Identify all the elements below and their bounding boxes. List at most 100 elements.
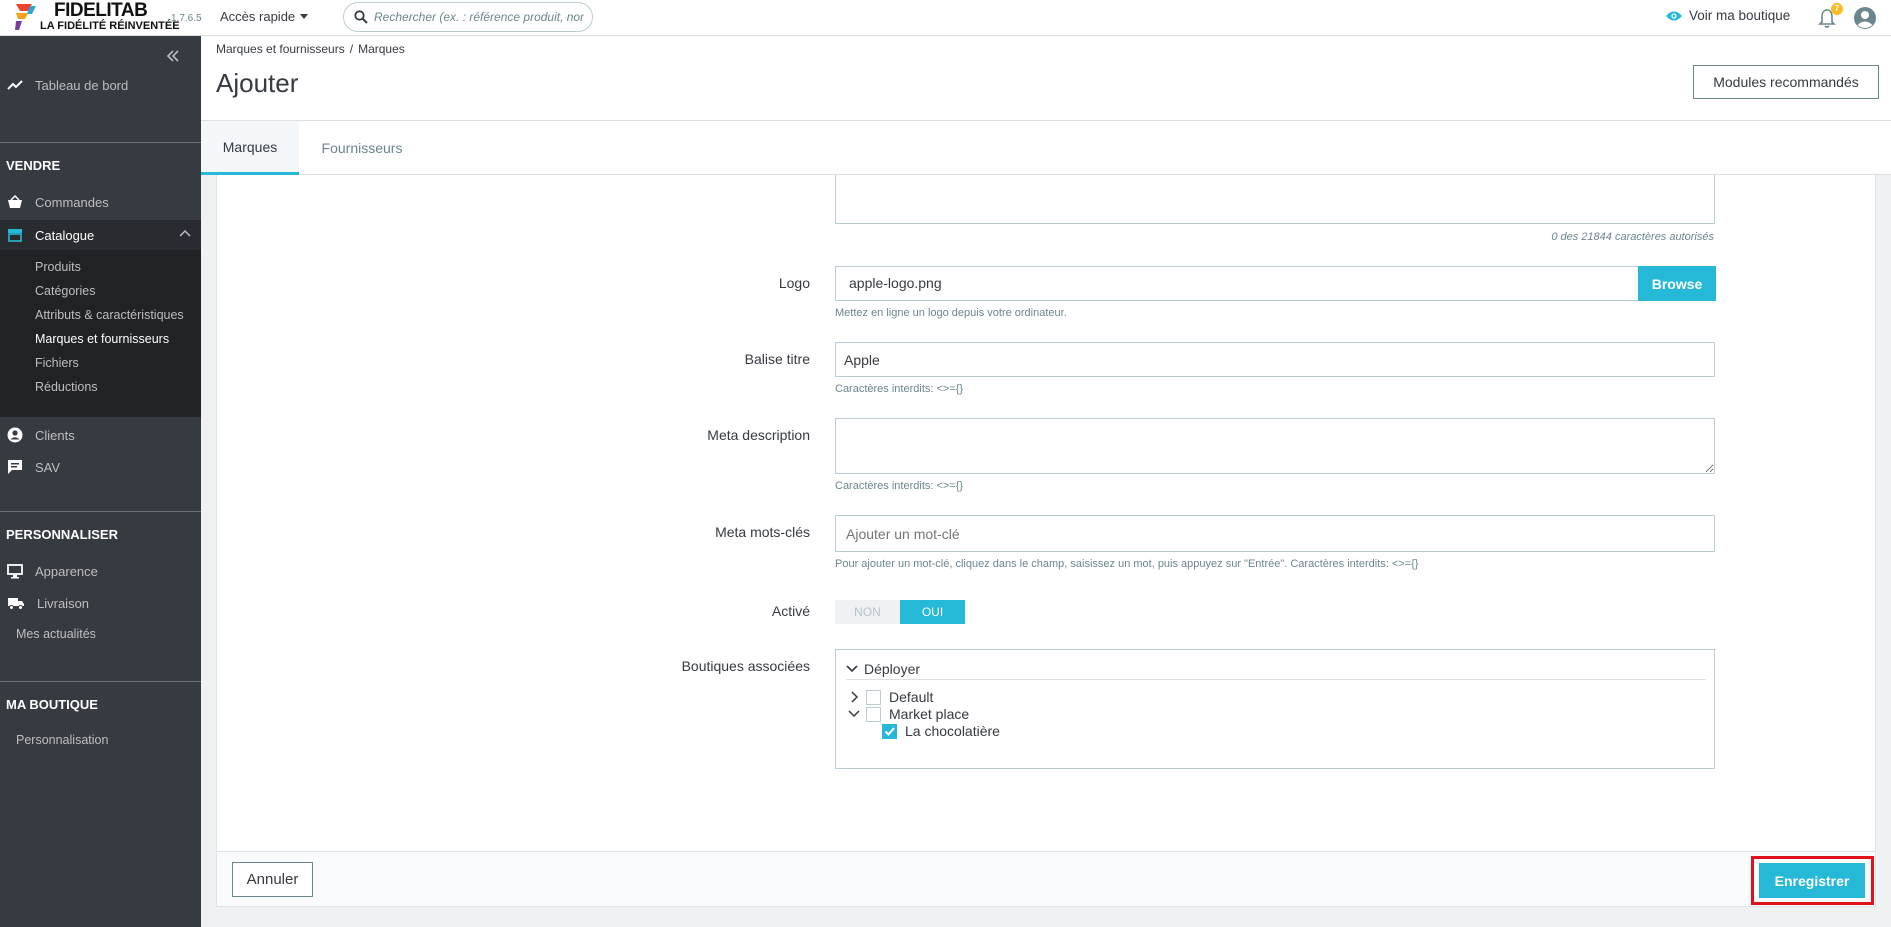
description-char-counter: 0 des 21844 caractères autorisés xyxy=(1551,231,1714,243)
version-label: 1.7.6.5 xyxy=(171,13,202,24)
brand-form-panel: 0 des 21844 caractères autorisés Logo ap… xyxy=(216,175,1876,907)
section-customize: PERSONNALISER xyxy=(6,527,118,542)
view-shop-label: Voir ma boutique xyxy=(1689,8,1791,23)
sidebar-item-label: Livraison xyxy=(37,595,90,611)
quick-access-label: Accès rapide xyxy=(220,9,296,24)
sidebar-item-label: Apparence xyxy=(35,563,98,579)
title-tag-help: Caractères interdits: <>={} xyxy=(835,383,964,395)
chevron-down-icon[interactable] xyxy=(848,710,860,718)
sidebar-item-dashboard[interactable]: Tableau de bord xyxy=(0,73,201,97)
meta-description-help: Caractères interdits: <>={} xyxy=(835,480,964,492)
logo-mark-icon xyxy=(15,4,36,30)
caret-down-icon xyxy=(300,14,309,19)
chat-icon xyxy=(8,460,22,474)
breadcrumb-link-brands-suppliers[interactable]: Marques et fournisseurs xyxy=(216,42,345,56)
quick-access-dropdown[interactable]: Accès rapide xyxy=(220,9,309,24)
meta-description-textarea[interactable] xyxy=(835,418,1715,474)
sidebar-divider xyxy=(0,142,201,143)
user-circle-icon xyxy=(7,427,23,443)
sidebar-subitem-discounts[interactable]: Réductions xyxy=(35,380,98,394)
meta-description-label: Meta description xyxy=(707,427,810,443)
form-footer: Annuler Enregistrer xyxy=(217,851,1875,906)
top-header: FIDELITAB LA FIDÉLITÉ RÉINVENTÉE 1.7.6.5… xyxy=(0,0,1891,36)
account-icon[interactable] xyxy=(1853,6,1877,30)
sidebar-divider xyxy=(0,681,201,682)
active-switch-off[interactable]: NON xyxy=(835,600,900,624)
sidebar-item-personalization[interactable]: Personnalisation xyxy=(16,733,108,747)
sidebar-subitem-products[interactable]: Produits xyxy=(35,260,81,274)
cancel-button[interactable]: Annuler xyxy=(232,862,313,897)
sidebar-item-label: Catalogue xyxy=(35,227,95,243)
section-my-shop: MA BOUTIQUE xyxy=(6,697,98,712)
collapse-sidebar-icon[interactable] xyxy=(165,48,181,64)
brand-tagline: LA FIDÉLITÉ RÉINVENTÉE xyxy=(40,20,180,32)
view-shop-link[interactable]: Voir ma boutique xyxy=(1665,8,1790,23)
associated-shops-label: Boutiques associées xyxy=(681,658,810,674)
active-switch-on[interactable]: OUI xyxy=(900,600,965,624)
sidebar-item-catalog[interactable]: Catalogue xyxy=(0,220,201,250)
sidebar-divider xyxy=(0,511,201,512)
chevron-down-icon xyxy=(846,664,858,672)
brand-logo[interactable]: FIDELITAB LA FIDÉLITÉ RÉINVENTÉE xyxy=(10,0,180,36)
browse-button[interactable]: Browse xyxy=(1638,266,1716,301)
store-icon xyxy=(8,229,22,242)
logo-file-input[interactable]: apple-logo.png xyxy=(835,266,1639,301)
sidebar-item-news[interactable]: Mes actualités xyxy=(16,627,96,641)
recommended-modules-button[interactable]: Modules recommandés xyxy=(1693,65,1879,99)
logo-label: Logo xyxy=(778,275,810,291)
tree-expand-label: Déployer xyxy=(864,660,921,677)
check-icon xyxy=(884,726,895,736)
meta-keywords-label: Meta mots-clés xyxy=(715,524,810,540)
tree-item-la-chocolatiere: La chocolatière xyxy=(882,723,1000,739)
catalog-submenu: Catalogue Produits Catégories Attributs … xyxy=(0,220,201,417)
checkbox-la-chocolatiere[interactable] xyxy=(882,723,897,739)
shop-tree: Déployer Default Market place La chocola… xyxy=(835,649,1715,769)
sidebar-item-label: SAV xyxy=(35,459,61,475)
active-switch[interactable]: NON OUI xyxy=(835,600,965,624)
checkbox-default[interactable] xyxy=(866,689,881,705)
tree-item-default: Default xyxy=(848,689,933,705)
sidebar-item-orders[interactable]: Commandes xyxy=(0,190,201,214)
search-box[interactable] xyxy=(343,2,593,32)
sidebar-item-label: Tableau de bord xyxy=(35,77,129,93)
search-input[interactable] xyxy=(374,10,584,24)
chevron-up-icon xyxy=(179,229,191,237)
sidebar-item-customers[interactable]: Clients xyxy=(0,423,201,447)
sidebar-subitem-files[interactable]: Fichiers xyxy=(35,356,79,370)
sidebar-item-shipping[interactable]: Livraison xyxy=(0,591,201,615)
truck-icon xyxy=(8,598,24,610)
breadcrumb-link-brands[interactable]: Marques xyxy=(358,42,405,56)
eye-icon xyxy=(1666,11,1682,20)
tab-brands[interactable]: Marques xyxy=(201,121,299,175)
tree-item-label: Default xyxy=(889,689,934,705)
trending-up-icon xyxy=(7,80,23,90)
monitor-icon xyxy=(7,563,23,578)
meta-keywords-help: Pour ajouter un mot-clé, cliquez dans le… xyxy=(835,558,1419,570)
section-sell: VENDRE xyxy=(6,158,61,173)
save-button[interactable]: Enregistrer xyxy=(1759,863,1865,898)
meta-keywords-input[interactable] xyxy=(835,515,1715,552)
breadcrumb: Marques et fournisseurs / Marques xyxy=(216,42,405,56)
tree-expand-toggle[interactable]: Déployer xyxy=(846,658,1706,680)
sidebar-subitem-categories[interactable]: Catégories xyxy=(35,284,95,298)
title-tag-input[interactable] xyxy=(835,342,1715,377)
chevron-right-icon[interactable] xyxy=(848,691,860,703)
sidebar-item-support[interactable]: SAV xyxy=(0,455,201,479)
checkbox-market-place[interactable] xyxy=(866,706,881,722)
logo-help: Mettez en ligne un logo depuis votre ord… xyxy=(835,307,1067,319)
sidebar-subitem-attributes[interactable]: Attributs & caractéristiques xyxy=(35,308,184,322)
page-title: Ajouter xyxy=(216,68,299,98)
sidebar: Tableau de bord VENDRE Commandes Catalog… xyxy=(0,36,201,927)
tree-item-label: La chocolatière xyxy=(905,723,1000,739)
tab-suppliers[interactable]: Fournisseurs xyxy=(299,121,425,175)
breadcrumb-separator: / xyxy=(349,42,354,56)
page-header: Marques et fournisseurs / Marques Ajoute… xyxy=(201,36,1891,121)
brand-name: FIDELITAB xyxy=(54,0,148,21)
description-textarea[interactable] xyxy=(835,175,1715,224)
notification-badge: 7 xyxy=(1831,3,1843,15)
tree-item-market-place: Market place xyxy=(848,706,969,722)
sidebar-subitem-brands[interactable]: Marques et fournisseurs xyxy=(35,332,169,346)
notifications-button[interactable]: 7 xyxy=(1818,3,1843,30)
sidebar-item-appearance[interactable]: Apparence xyxy=(0,559,201,583)
basket-icon xyxy=(8,195,22,208)
